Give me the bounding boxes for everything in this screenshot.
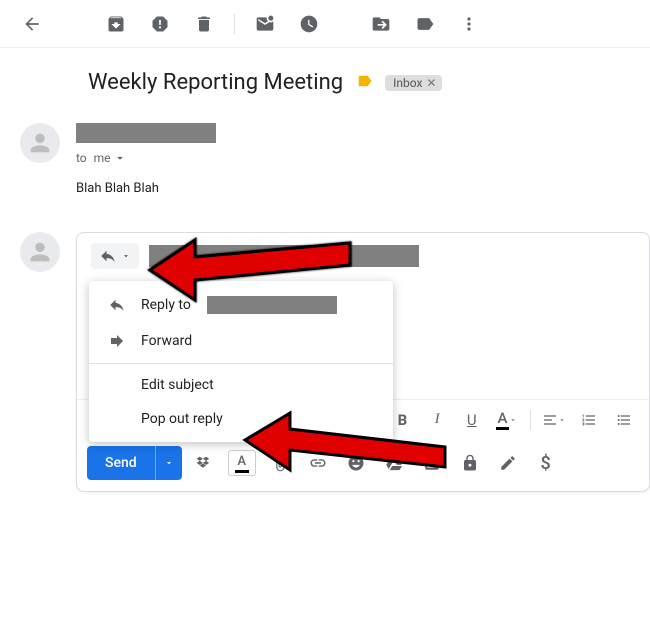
menu-forward-label: Forward — [141, 333, 192, 349]
emoji-icon[interactable] — [340, 447, 372, 479]
back-button[interactable] — [12, 4, 52, 44]
chevron-down-icon[interactable] — [113, 151, 127, 165]
my-avatar — [20, 232, 60, 272]
message-toolbar — [0, 0, 650, 48]
archive-icon[interactable] — [96, 4, 136, 44]
reply-block: Reply to Forward Edit subject Pop out re… — [0, 196, 650, 492]
compose-header — [77, 233, 649, 279]
format-toggle-button[interactable]: A — [226, 447, 258, 479]
signature-icon[interactable] — [492, 447, 524, 479]
mark-unread-icon[interactable] — [245, 4, 285, 44]
subject-row: Weekly Reporting Meeting Inbox ✕ — [0, 48, 650, 105]
dropbox-icon[interactable] — [188, 447, 220, 479]
separator — [234, 14, 235, 34]
to-value: me — [94, 151, 111, 165]
menu-pop-out-label: Pop out reply — [141, 411, 223, 427]
menu-edit-subject-label: Edit subject — [141, 377, 214, 393]
inbox-chip-label: Inbox — [393, 76, 422, 90]
snooze-icon[interactable] — [289, 4, 329, 44]
reply-icon — [99, 247, 117, 265]
reply-icon — [107, 296, 127, 314]
more-icon[interactable] — [449, 4, 489, 44]
sender-redacted — [76, 123, 216, 143]
send-button[interactable]: Send — [87, 446, 155, 480]
menu-pop-out[interactable]: Pop out reply — [89, 402, 393, 436]
send-button-group: Send — [87, 446, 182, 480]
menu-edit-subject[interactable]: Edit subject — [89, 368, 393, 402]
reply-type-button[interactable] — [91, 243, 139, 269]
compose-box: Reply to Forward Edit subject Pop out re… — [76, 232, 650, 492]
delete-icon[interactable] — [184, 4, 224, 44]
text-color-button[interactable]: A — [491, 404, 522, 436]
to-prefix: to — [76, 151, 87, 165]
confidential-icon[interactable] — [454, 447, 486, 479]
separator — [530, 410, 531, 430]
align-button[interactable] — [539, 404, 570, 436]
inbox-chip[interactable]: Inbox ✕ — [385, 75, 442, 91]
menu-reply-to-label: Reply to — [141, 297, 191, 313]
recipient-row[interactable]: to me — [76, 151, 650, 165]
labels-icon[interactable] — [405, 4, 445, 44]
move-to-icon[interactable] — [361, 4, 401, 44]
money-icon[interactable]: $ — [530, 447, 562, 479]
menu-separator — [89, 363, 393, 364]
reply-to-redacted — [207, 296, 337, 314]
chevron-down-icon — [121, 251, 131, 261]
attach-icon[interactable] — [264, 447, 296, 479]
label-star-icon[interactable] — [355, 72, 373, 94]
send-options-button[interactable] — [155, 446, 182, 480]
italic-button[interactable]: I — [422, 404, 453, 436]
bullet-list-button[interactable] — [608, 404, 639, 436]
drive-icon[interactable] — [378, 447, 410, 479]
link-icon[interactable] — [302, 447, 334, 479]
message-row: to me Blah Blah Blah — [0, 105, 650, 196]
photo-icon[interactable] — [416, 447, 448, 479]
email-subject: Weekly Reporting Meeting — [88, 70, 343, 95]
recipient-redacted — [149, 245, 419, 267]
numbered-list-button[interactable] — [574, 404, 605, 436]
reply-dropdown: Reply to Forward Edit subject Pop out re… — [89, 281, 393, 442]
sender-avatar[interactable] — [20, 123, 60, 163]
menu-forward[interactable]: Forward — [89, 323, 393, 359]
underline-button[interactable]: U — [456, 404, 487, 436]
forward-icon — [107, 332, 127, 350]
menu-reply-to[interactable]: Reply to — [89, 287, 393, 323]
spam-icon[interactable] — [140, 4, 180, 44]
close-icon[interactable]: ✕ — [426, 76, 436, 90]
email-body-text: Blah Blah Blah — [76, 181, 650, 196]
send-toolbar: Send A $ — [77, 441, 649, 485]
